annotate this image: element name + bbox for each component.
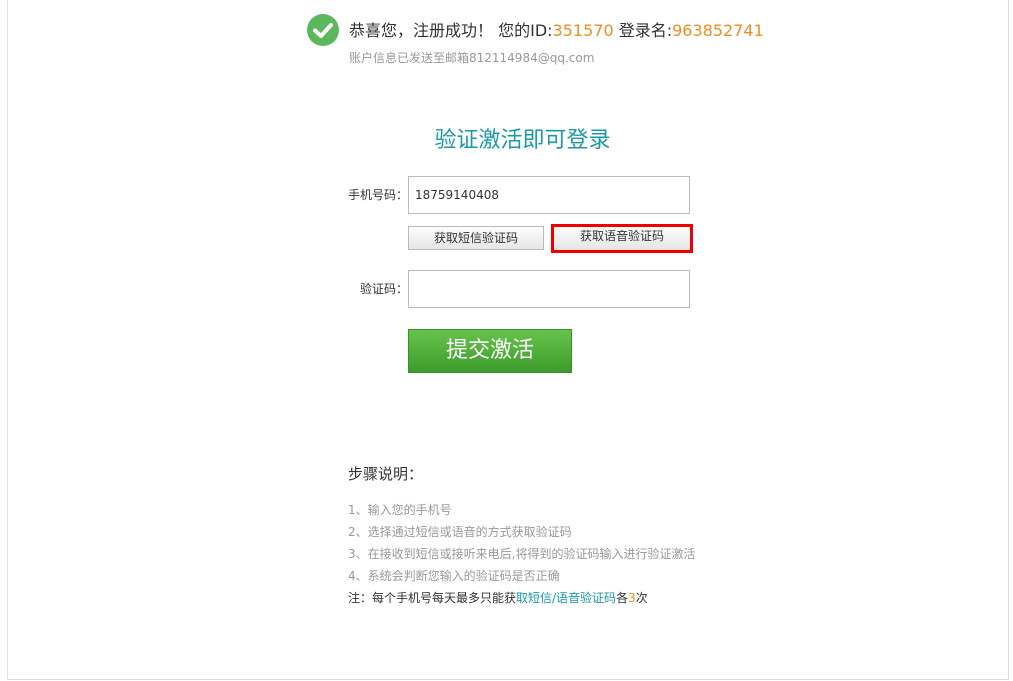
submit-activation-button[interactable]: 提交激活 — [408, 329, 572, 373]
phone-input[interactable] — [408, 176, 690, 214]
registration-success-message: 恭喜您，注册成功！ 您的ID:351570 登录名:963852741 — [349, 17, 764, 41]
check-circle-icon — [307, 14, 339, 46]
step-item: 2、选择通过短信或语音的方式获取验证码 — [348, 525, 572, 539]
page-title: 验证激活即可登录 — [434, 128, 611, 153]
verification-code-input[interactable] — [408, 270, 690, 308]
step-item: 1、输入您的手机号 — [348, 503, 452, 517]
get-voice-code-button[interactable]: 获取语音验证码 — [551, 224, 693, 253]
limit-note: 注：每个手机号每天最多只能获取短信/语音验证码各3次 — [348, 589, 648, 606]
step-item: 4、系统会判断您输入的验证码是否正确 — [348, 569, 560, 583]
note-prefix: 注：每个手机号每天最多只能获 — [348, 591, 517, 605]
id-label: 您的ID: — [498, 21, 553, 40]
note-mid: 各 — [616, 591, 629, 605]
note-highlight: 取短信/语音验证码 — [516, 591, 617, 605]
step-item: 3、在接收到短信或接听来电后,将得到的验证码输入进行验证激活 — [348, 547, 696, 561]
login-label: 登录名: — [618, 21, 673, 40]
get-sms-code-button[interactable]: 获取短信验证码 — [408, 226, 544, 250]
code-label: 验证码： — [359, 282, 408, 296]
login-name-value: 963852741 — [672, 21, 764, 40]
congrats-text: 恭喜您，注册成功！ — [349, 21, 494, 40]
note-count: 3 — [628, 591, 636, 605]
user-id-value: 351570 — [552, 21, 614, 40]
email-notice: 账户信息已发送至邮箱812114984@qq.com — [349, 51, 595, 65]
steps-title: 步骤说明： — [348, 465, 424, 483]
phone-label: 手机号码： — [347, 188, 408, 202]
note-suffix: 次 — [635, 591, 648, 605]
